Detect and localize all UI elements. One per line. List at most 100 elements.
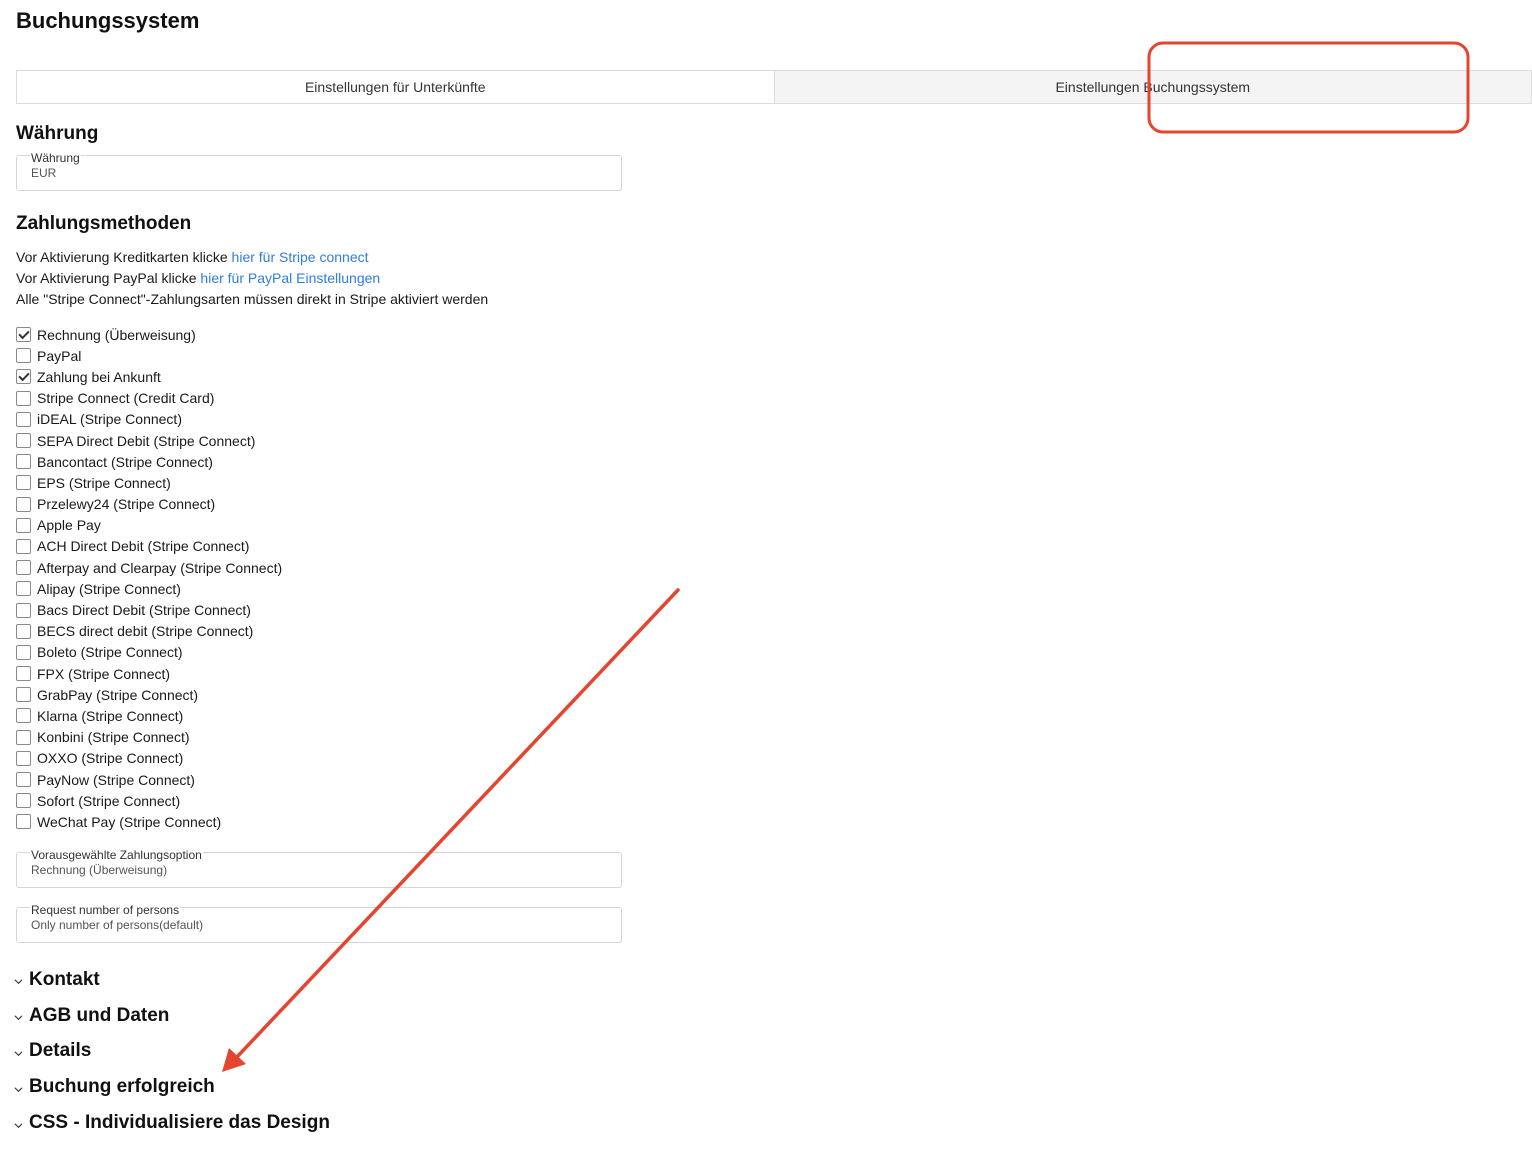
payment-method-label: ACH Direct Debit (Stripe Connect)	[37, 538, 250, 555]
payment-method-label: Zahlung bei Ankunft	[37, 368, 161, 385]
chevron-down-icon	[14, 1051, 23, 1057]
checkbox-icon[interactable]	[16, 454, 31, 470]
stripe-info-text: Vor Aktivierung Kreditkarten klicke	[16, 249, 232, 265]
checkbox-icon[interactable]	[16, 602, 31, 618]
payment-method-option[interactable]: Konbini (Stripe Connect)	[16, 727, 282, 748]
checkbox-icon[interactable]	[16, 814, 31, 830]
checkbox-icon[interactable]	[16, 348, 31, 364]
accordion-item[interactable]: Buchung erfolgreich	[14, 1069, 330, 1105]
checkbox-icon[interactable]	[16, 411, 31, 427]
accordion-title: Details	[29, 1040, 92, 1062]
payment-method-option[interactable]: PayNow (Stripe Connect)	[16, 769, 282, 790]
payment-method-option[interactable]: Zahlung bei Ankunft	[16, 366, 282, 387]
chevron-down-icon	[14, 1015, 23, 1021]
checkbox-icon[interactable]	[16, 581, 31, 597]
payment-method-label: Bacs Direct Debit (Stripe Connect)	[37, 602, 251, 619]
payment-methods-list: Rechnung (Überweisung) PayPal Zahlung bei …	[16, 324, 282, 833]
payment-method-option[interactable]: ACH Direct Debit (Stripe Connect)	[16, 536, 282, 557]
payment-method-option[interactable]: Alipay (Stripe Connect)	[16, 578, 282, 599]
checkbox-checked-icon[interactable]	[16, 369, 31, 385]
payment-method-label: Przelewy24 (Stripe Connect)	[37, 496, 216, 513]
payment-method-option[interactable]: SEPA Direct Debit (Stripe Connect)	[16, 430, 282, 451]
payment-method-label: OXXO (Stripe Connect)	[37, 750, 184, 767]
checkbox-icon[interactable]	[16, 793, 31, 809]
checkbox-icon[interactable]	[16, 772, 31, 788]
tab-accommodation-settings[interactable]: Einstellungen für Unterkünfte	[17, 71, 774, 103]
payment-method-option[interactable]: GrabPay (Stripe Connect)	[16, 684, 282, 705]
checkbox-icon[interactable]	[16, 666, 31, 682]
stripe-info-line: Vor Aktivierung Kreditkarten klicke hier…	[16, 248, 369, 266]
accordion-title: AGB und Daten	[29, 1004, 170, 1026]
payment-method-option[interactable]: OXXO (Stripe Connect)	[16, 748, 282, 769]
payment-method-label: PayNow (Stripe Connect)	[37, 771, 195, 788]
checkbox-icon[interactable]	[16, 560, 31, 576]
accordion-title: Kontakt	[29, 968, 100, 990]
persons-request-field[interactable]: Request number of persons Only number of…	[16, 903, 622, 943]
preselected-payment-label: Vorausgewählte Zahlungsoption	[30, 848, 203, 862]
payment-method-label: WeChat Pay (Stripe Connect)	[37, 813, 222, 830]
currency-field-label: Währung	[30, 151, 81, 165]
payment-method-label: Klarna (Stripe Connect)	[37, 707, 184, 724]
payment-method-label: SEPA Direct Debit (Stripe Connect)	[37, 432, 256, 449]
payment-method-label: Bancontact (Stripe Connect)	[37, 453, 213, 470]
checkbox-icon[interactable]	[16, 475, 31, 491]
payment-method-label: EPS (Stripe Connect)	[37, 474, 171, 491]
payment-method-option[interactable]: PayPal	[16, 345, 282, 366]
payment-method-option[interactable]: Rechnung (Überweisung)	[16, 324, 282, 345]
checkbox-icon[interactable]	[16, 729, 31, 745]
payment-method-option[interactable]: Sofort (Stripe Connect)	[16, 790, 282, 811]
page-title: Buchungssystem	[16, 8, 200, 33]
checkbox-icon[interactable]	[16, 538, 31, 554]
payment-method-option[interactable]: Apple Pay	[16, 515, 282, 536]
currency-field-value: EUR	[31, 166, 57, 180]
settings-accordion: Kontakt AGB und Daten Details Buchung erfol…	[14, 962, 330, 1141]
payment-method-label: BECS direct debit (Stripe Connect)	[37, 623, 254, 640]
tab-booking-system-settings[interactable]: Einstellungen Buchungssystem	[773, 71, 1531, 103]
accordion-item[interactable]: Details	[14, 1034, 330, 1070]
chevron-down-icon	[14, 1087, 23, 1092]
payment-method-label: Konbini (Stripe Connect)	[37, 729, 190, 746]
persons-request-value: Only number of persons(default)	[31, 918, 204, 932]
payment-method-option[interactable]: Klarna (Stripe Connect)	[16, 705, 282, 726]
payment-method-option[interactable]: Bancontact (Stripe Connect)	[16, 451, 282, 472]
checkbox-icon[interactable]	[16, 496, 31, 512]
payment-method-option[interactable]: WeChat Pay (Stripe Connect)	[16, 811, 282, 832]
payment-method-option[interactable]: Afterpay and Clearpay (Stripe Connect)	[16, 557, 282, 578]
checkbox-icon[interactable]	[16, 687, 31, 703]
payment-method-option[interactable]: FPX (Stripe Connect)	[16, 663, 282, 684]
payment-method-option[interactable]: Stripe Connect (Credit Card)	[16, 388, 282, 409]
paypal-info-line: Vor Aktivierung PayPal klicke hier für P…	[16, 269, 380, 287]
checkbox-icon[interactable]	[16, 623, 31, 639]
preselected-payment-value: Rechnung (Überweisung)	[31, 863, 168, 877]
payment-method-label: Afterpay and Clearpay (Stripe Connect)	[37, 559, 283, 576]
paypal-settings-link[interactable]: hier für PayPal Einstellungen	[200, 270, 380, 286]
accordion-item[interactable]: AGB und Daten	[14, 998, 330, 1034]
payment-method-option[interactable]: Bacs Direct Debit (Stripe Connect)	[16, 599, 282, 620]
persons-request-label: Request number of persons	[30, 903, 181, 917]
accordion-item[interactable]: Kontakt	[14, 962, 330, 998]
payment-method-option[interactable]: EPS (Stripe Connect)	[16, 472, 282, 493]
payment-method-option[interactable]: iDEAL (Stripe Connect)	[16, 409, 282, 430]
payment-method-option[interactable]: Boleto (Stripe Connect)	[16, 642, 282, 663]
checkbox-checked-icon[interactable]	[16, 327, 31, 343]
accordion-item[interactable]: CSS - Individualisiere das Design	[14, 1105, 330, 1141]
checkbox-icon[interactable]	[16, 390, 31, 406]
payment-method-label: FPX (Stripe Connect)	[37, 665, 171, 682]
chevron-down-icon	[14, 1122, 23, 1128]
checkbox-icon[interactable]	[16, 517, 31, 533]
checkbox-icon[interactable]	[16, 708, 31, 724]
checkbox-icon[interactable]	[16, 644, 31, 660]
checkbox-icon[interactable]	[16, 750, 31, 766]
stripe-connect-link[interactable]: hier für Stripe connect	[232, 249, 369, 265]
payment-method-label: Boleto (Stripe Connect)	[37, 644, 183, 661]
currency-field[interactable]: Währung EUR	[16, 151, 622, 191]
stripe-activation-note: Alle "Stripe Connect"-Zahlungsarten müss…	[16, 291, 489, 307]
payment-method-label: Stripe Connect (Credit Card)	[37, 390, 215, 407]
checkbox-icon[interactable]	[16, 433, 31, 449]
payment-method-option[interactable]: BECS direct debit (Stripe Connect)	[16, 621, 282, 642]
payment-method-label: Apple Pay	[37, 517, 101, 534]
payment-method-label: iDEAL (Stripe Connect)	[37, 411, 182, 428]
payment-method-option[interactable]: Przelewy24 (Stripe Connect)	[16, 494, 282, 515]
preselected-payment-field[interactable]: Vorausgewählte Zahlungsoption Rechnung (…	[16, 848, 622, 888]
currency-section-title: Währung	[16, 123, 99, 144]
